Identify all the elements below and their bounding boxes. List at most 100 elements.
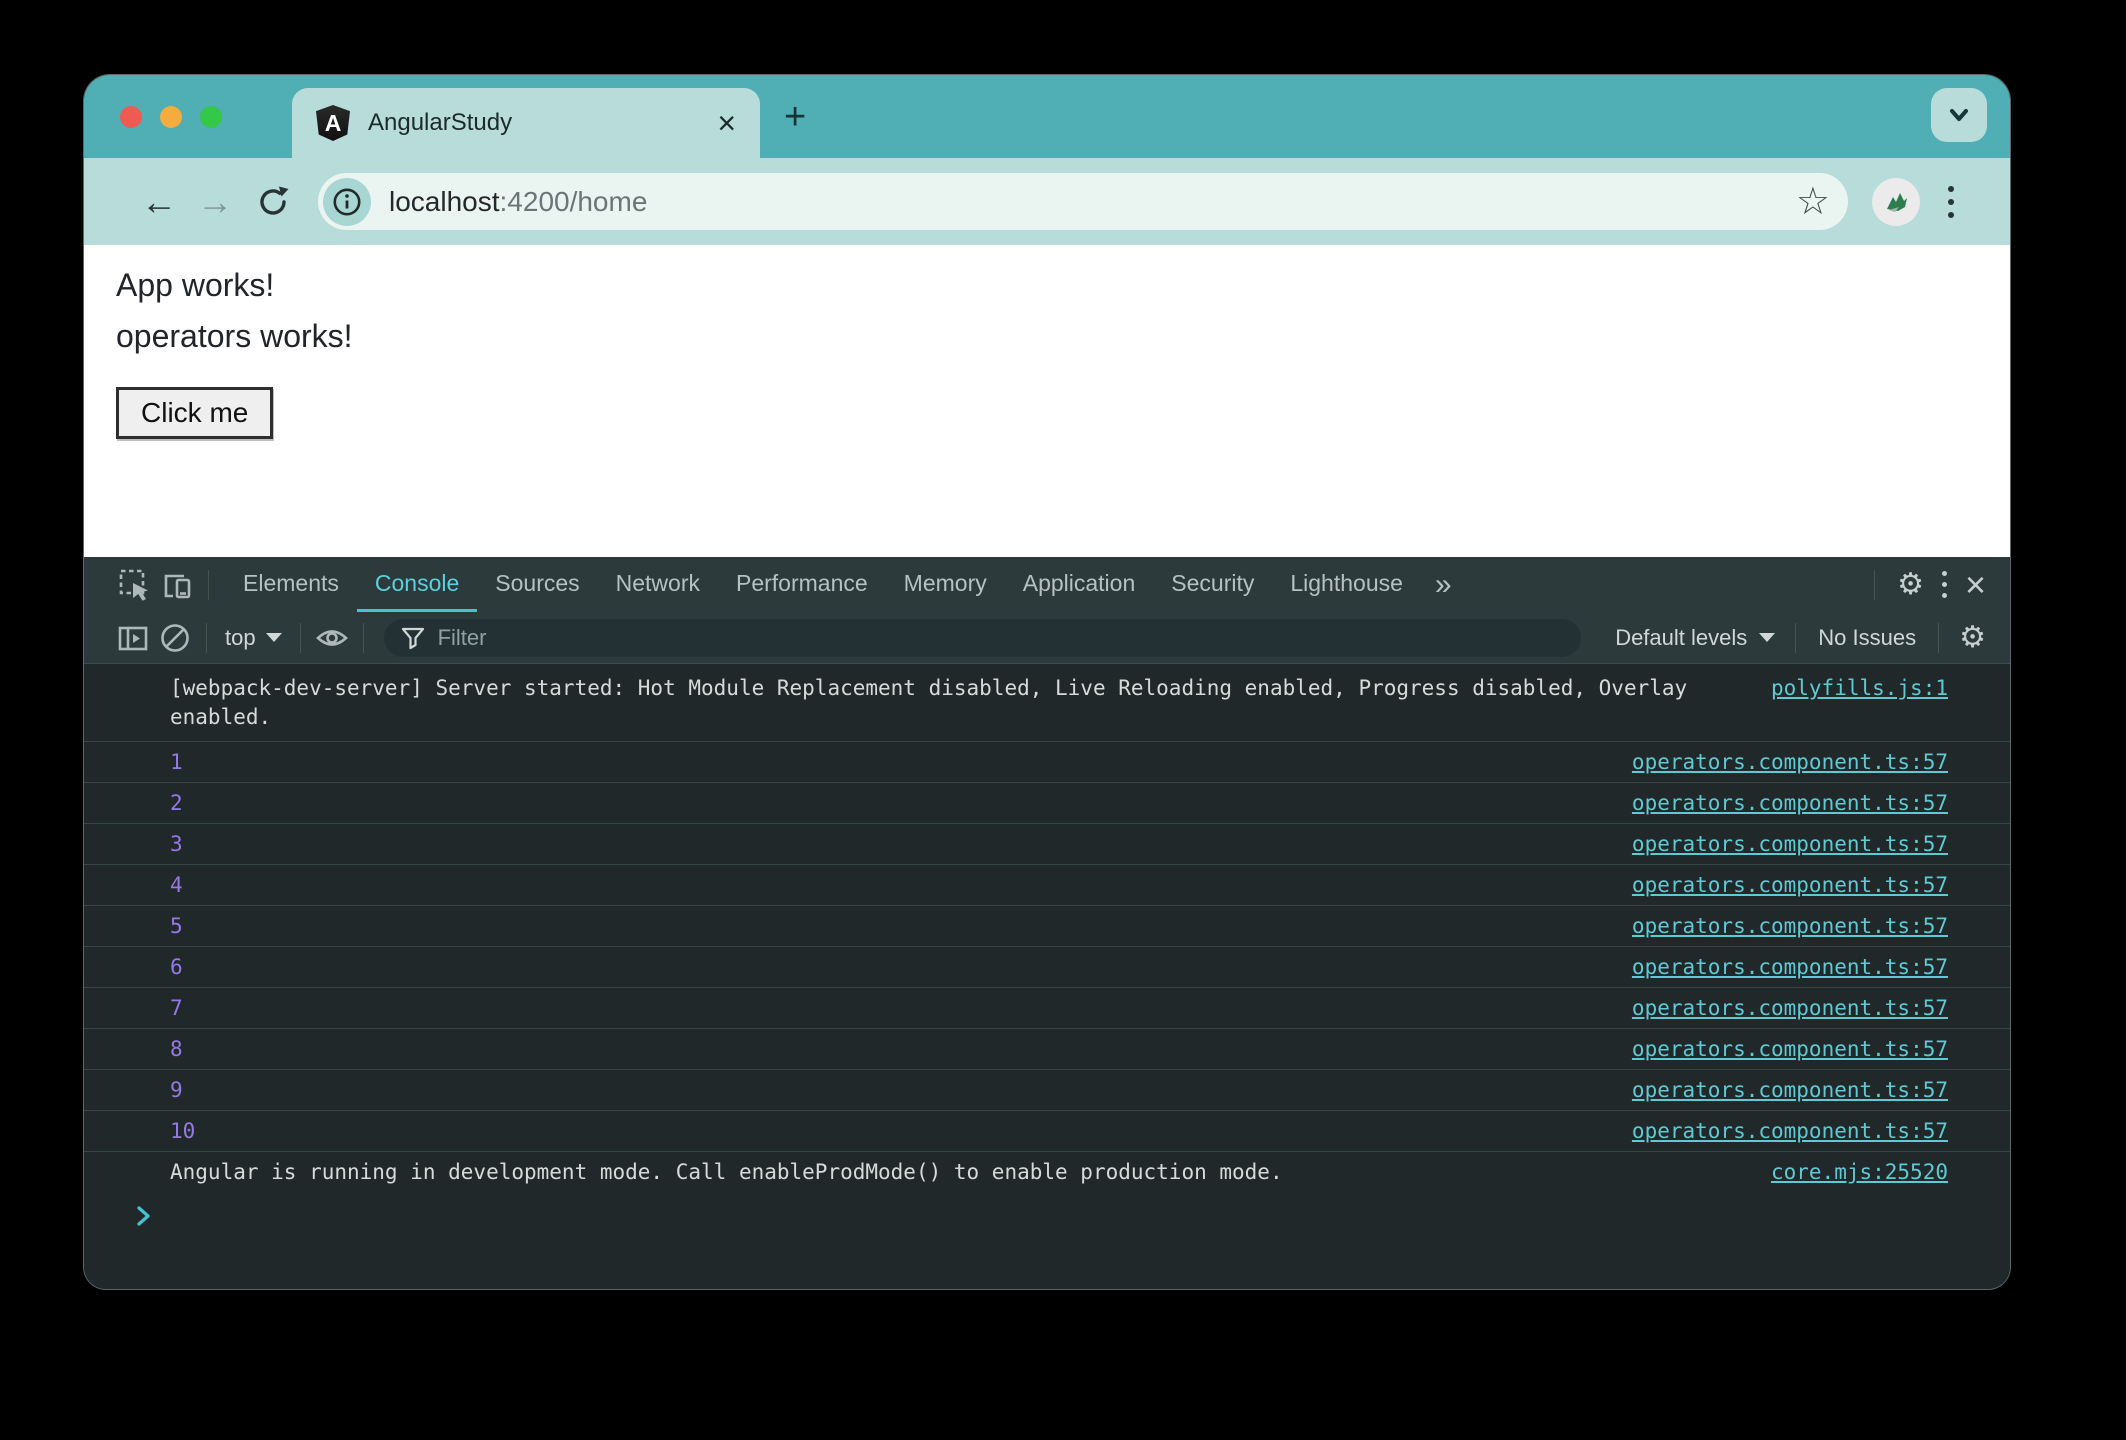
operators-works-text: operators works! — [116, 318, 353, 354]
context-label: top — [225, 624, 256, 650]
filter-funnel-icon — [401, 627, 424, 649]
devtools-tab-application[interactable]: Application — [1005, 557, 1154, 612]
devtools-menu-button[interactable] — [1941, 571, 1947, 598]
log-value: 1 — [170, 750, 183, 774]
inspect-element-button[interactable] — [114, 564, 156, 606]
info-icon — [333, 188, 361, 215]
bookmark-star-icon[interactable]: ☆ — [1796, 183, 1830, 221]
device-toolbar-button[interactable] — [156, 564, 198, 606]
new-tab-button[interactable]: + — [784, 98, 806, 136]
source-link[interactable]: operators.component.ts:57 — [1632, 748, 1948, 777]
devtools-panel: Elements Console Sources Network Performance… — [84, 557, 2010, 1289]
filter-input[interactable] — [437, 624, 1566, 651]
zoom-window-button[interactable] — [200, 105, 222, 128]
source-link[interactable]: operators.component.ts:57 — [1632, 994, 1948, 1023]
site-info-button[interactable] — [323, 177, 371, 226]
log-value: 4 — [170, 873, 183, 897]
browser-menu-button[interactable] — [1948, 185, 1954, 218]
console-message-angular: Angular is running in development mode. … — [84, 1152, 2010, 1192]
more-tabs-button[interactable]: » — [1421, 568, 1466, 602]
console-log: [webpack-dev-server] Server started: Hot… — [84, 664, 2010, 1289]
console-message-text: [webpack-dev-server] Server started: Hot… — [170, 676, 1688, 729]
source-link[interactable]: operators.component.ts:57 — [1632, 871, 1948, 900]
console-log-row: 1 operators.component.ts:57 — [84, 742, 2010, 783]
clear-console-button[interactable] — [154, 617, 196, 659]
source-link[interactable]: operators.component.ts:57 — [1632, 912, 1948, 941]
log-value: 6 — [170, 955, 183, 979]
tab-close-icon[interactable]: × — [717, 107, 736, 139]
source-link[interactable]: operators.component.ts:57 — [1632, 789, 1948, 818]
console-message-text: Angular is running in development mode. … — [170, 1160, 1283, 1184]
reload-icon — [260, 186, 289, 215]
log-value: 3 — [170, 832, 183, 856]
devtools-tab-elements[interactable]: Elements — [225, 557, 357, 612]
devtools-close-button[interactable]: × — [1965, 566, 1986, 603]
issues-counter[interactable]: No Issues — [1806, 625, 1928, 651]
tab-strip: A AngularStudy × + — [84, 75, 2010, 158]
devtools-tab-performance[interactable]: Performance — [718, 557, 886, 612]
log-levels-select[interactable]: Default levels — [1605, 625, 1785, 651]
source-link[interactable]: operators.component.ts:57 — [1632, 1035, 1948, 1064]
source-link[interactable]: operators.component.ts:57 — [1632, 1117, 1948, 1146]
url-path: :4200/home — [499, 185, 648, 217]
source-link[interactable]: core.mjs:25520 — [1771, 1158, 1948, 1187]
app-works-text: App works! — [116, 267, 275, 303]
navigation-bar: ← → localhost:4200/home ☆ — [84, 158, 2010, 245]
avatar-image — [1887, 192, 1907, 212]
console-settings-button[interactable]: ⚙ — [1959, 622, 1986, 653]
devtools-tab-network[interactable]: Network — [598, 557, 718, 612]
devtools-tab-memory[interactable]: Memory — [886, 557, 1005, 612]
log-value: 8 — [170, 1037, 183, 1061]
source-link[interactable]: polyfills.js:1 — [1771, 674, 1948, 703]
tab-search-button[interactable] — [1931, 88, 1987, 142]
console-log-row: 3 operators.component.ts:57 — [84, 824, 2010, 865]
log-value: 10 — [170, 1119, 196, 1143]
console-log-row: 6 operators.component.ts:57 — [84, 947, 2010, 988]
close-window-button[interactable] — [120, 105, 142, 128]
source-link[interactable]: operators.component.ts:57 — [1632, 1076, 1948, 1105]
tab-angularstudy[interactable]: A AngularStudy × — [292, 88, 760, 158]
source-link[interactable]: operators.component.ts:57 — [1632, 830, 1948, 859]
url-text[interactable]: localhost:4200/home — [389, 186, 1796, 218]
click-me-button[interactable]: Click me — [116, 387, 274, 439]
prompt-chevron-icon — [133, 1204, 155, 1228]
chevron-down-icon — [1950, 109, 1968, 121]
inspect-cursor-icon — [119, 569, 148, 601]
minimize-window-button[interactable] — [160, 105, 182, 128]
devtools-tab-lighthouse[interactable]: Lighthouse — [1272, 557, 1421, 612]
back-button[interactable]: ← — [138, 181, 180, 223]
chevron-down-icon — [265, 633, 282, 642]
traffic-lights — [120, 105, 222, 128]
log-value: 2 — [170, 791, 183, 815]
console-prompt[interactable] — [84, 1192, 2010, 1228]
devtools-tabs: Elements Console Sources Network Performance… — [225, 557, 1421, 612]
chevron-down-icon — [1759, 633, 1776, 642]
reload-button[interactable] — [252, 183, 294, 221]
address-bar[interactable]: localhost:4200/home ☆ — [318, 173, 1848, 230]
console-sidebar-icon — [118, 626, 148, 650]
console-message-webpack: [webpack-dev-server] Server started: Hot… — [84, 664, 2010, 742]
devtools-tab-security[interactable]: Security — [1153, 557, 1272, 612]
tab-title: AngularStudy — [368, 109, 513, 136]
console-toolbar: top Default levels N — [84, 612, 2010, 664]
log-value: 7 — [170, 996, 183, 1020]
forward-button[interactable]: → — [194, 181, 236, 223]
console-filter[interactable] — [383, 618, 1582, 657]
angular-favicon-icon: A — [316, 105, 350, 141]
console-log-row: 4 operators.component.ts:57 — [84, 865, 2010, 906]
devtools-tab-console[interactable]: Console — [356, 557, 478, 612]
page-content: App works! operators works! Click me — [84, 245, 2010, 557]
browser-window: A AngularStudy × + ← → localhost:4200/ho… — [84, 75, 2010, 1289]
devtools-tab-sources[interactable]: Sources — [477, 557, 597, 612]
console-sidebar-button[interactable] — [112, 617, 154, 659]
source-link[interactable]: operators.component.ts:57 — [1632, 953, 1948, 982]
log-value: 9 — [170, 1078, 183, 1102]
devtools-settings-button[interactable]: ⚙ — [1897, 569, 1924, 600]
console-log-row: 8 operators.component.ts:57 — [84, 1029, 2010, 1070]
execution-context-select[interactable]: top — [217, 625, 290, 651]
console-log-row: 9 operators.component.ts:57 — [84, 1070, 2010, 1111]
eye-create-live-expression-button[interactable] — [311, 617, 353, 659]
eye-icon — [315, 629, 348, 646]
levels-label: Default levels — [1615, 624, 1748, 650]
profile-avatar[interactable] — [1872, 177, 1920, 226]
